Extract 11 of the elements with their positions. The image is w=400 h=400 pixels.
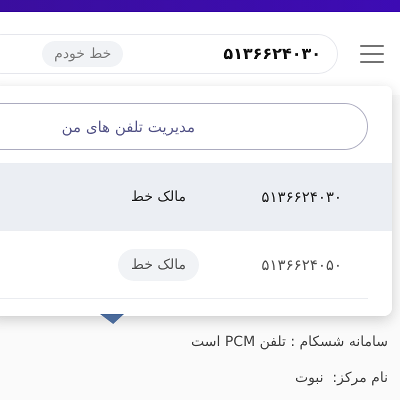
line-number: ۵۱۳۶۶۲۴۰۳۰ xyxy=(260,188,342,206)
info-text: سامانه شسکام : تلفن PCM است xyxy=(190,333,388,351)
phone-number: ۵۱۳۶۶۲۴۰۳۰ xyxy=(223,44,321,63)
menu-icon[interactable] xyxy=(360,44,384,62)
line-badge: خط خودم xyxy=(42,40,124,66)
line-number: ۵۱۳۶۶۲۴۰۵۰ xyxy=(260,256,342,274)
role-label: مالک خط xyxy=(118,249,199,281)
phone-selector[interactable]: ۵۱۳۶۶۲۴۰۳۰ خط خودم xyxy=(0,34,338,74)
manage-phones-button[interactable]: مدیریت تلفن های من xyxy=(0,103,368,150)
role-label: مالک خط xyxy=(130,188,187,207)
info-text: نام مرکز: نبوت xyxy=(294,369,388,387)
